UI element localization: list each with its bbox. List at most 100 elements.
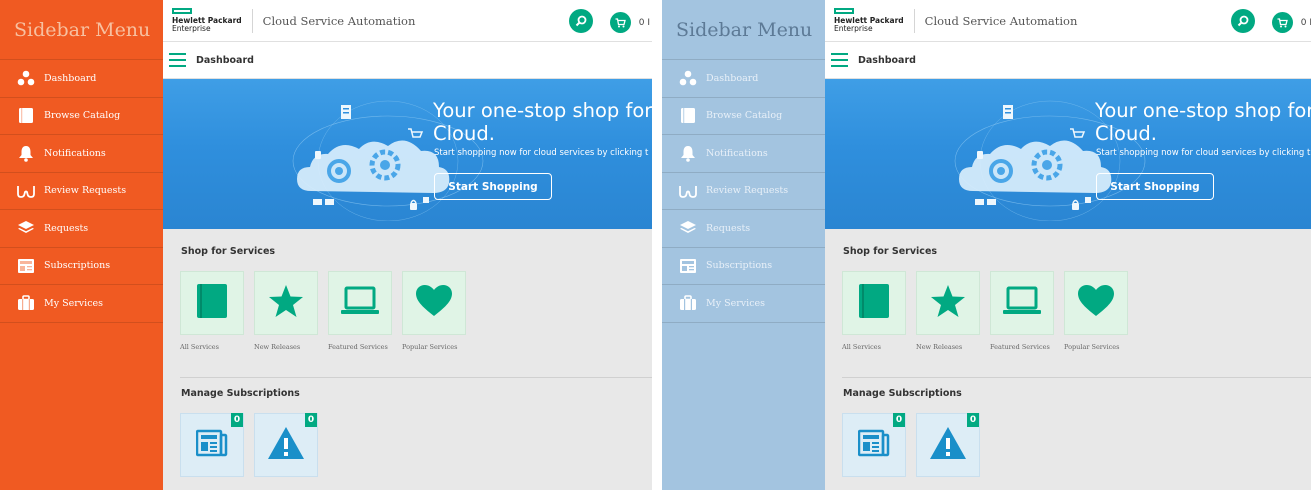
top-header: Hewlett Packard Enterprise Cloud Service… [163, 0, 652, 42]
app-title: Cloud Service Automation [262, 13, 416, 28]
tile-box [990, 271, 1054, 335]
sidebar-item-browse-catalog[interactable]: Browse Catalog [0, 98, 163, 135]
main-content: Hewlett Packard Enterprise Cloud Service… [163, 0, 652, 490]
book-icon [16, 106, 36, 126]
tile-label: Popular Services [1064, 343, 1120, 351]
heart-icon [415, 284, 453, 322]
sidebar-item-label: Review Requests [44, 185, 127, 197]
banner-subtitle: Start shopping now for cloud services by… [434, 148, 649, 158]
brand-line2: Enterprise [834, 24, 873, 33]
cart-button[interactable] [1272, 12, 1293, 33]
tile-subscriptions-warning[interactable]: 0 [916, 413, 980, 477]
tile-new-releases[interactable]: New Releases [916, 271, 980, 351]
app-title: Cloud Service Automation [924, 13, 1078, 28]
cart-count: 0 I [1300, 18, 1311, 28]
cart-icon [615, 13, 626, 32]
cart-icon [1277, 13, 1288, 32]
sidebar-item-dashboard[interactable]: Dashboard [662, 60, 825, 98]
brand-line2: Enterprise [172, 24, 211, 33]
banner-title: Your one-stop shop for a Cloud. [1095, 99, 1311, 145]
tile-box: 0 [916, 413, 980, 477]
hpe-logo[interactable]: Hewlett Packard Enterprise [172, 8, 242, 33]
tile-popular-services[interactable]: Popular Services [1064, 271, 1128, 351]
section-divider [180, 377, 652, 378]
sidebar-item-subscriptions[interactable]: Subscriptions [0, 248, 163, 285]
tile-box [254, 271, 318, 335]
warning-icon [266, 425, 306, 465]
sidebar-item-label: Dashboard [44, 72, 97, 84]
header-divider [251, 8, 253, 33]
newspaper-icon [195, 428, 228, 462]
star-icon [268, 284, 304, 322]
tile-all-services[interactable]: All Services [180, 271, 244, 351]
subscription-count-badge: 0 [893, 413, 905, 427]
sidebar-item-review-requests[interactable]: Review Requests [662, 173, 825, 210]
tile-box [180, 271, 244, 335]
laptop-icon [340, 286, 380, 320]
book-icon [857, 282, 891, 324]
breadcrumb: Dashboard [196, 54, 254, 66]
tile-label: New Releases [254, 343, 301, 351]
sidebar-item-notifications[interactable]: Notifications [0, 135, 163, 173]
tile-label: Featured Services [990, 343, 1050, 351]
search-button[interactable] [569, 9, 593, 33]
book-icon [678, 106, 698, 126]
sidebar-item-requests[interactable]: Requests [0, 210, 163, 248]
search-button[interactable] [1231, 9, 1255, 33]
bell-icon [678, 143, 698, 163]
tile-box: 0 [842, 413, 906, 477]
sidebar-item-subscriptions[interactable]: Subscriptions [662, 248, 825, 285]
tile-featured-services[interactable]: Featured Services [328, 271, 392, 351]
tile-all-subscriptions[interactable]: 0 [180, 413, 244, 477]
subscription-tiles: 0 0 [842, 413, 990, 477]
tile-label: All Services [180, 343, 219, 351]
bell-icon [16, 143, 36, 163]
screen-panel-orange: Sidebar Menu Dashboard Browse Catalog No… [0, 0, 652, 490]
sidebar-item-dashboard[interactable]: Dashboard [0, 60, 163, 98]
tile-box [402, 271, 466, 335]
sidebar-item-browse-catalog[interactable]: Browse Catalog [662, 98, 825, 135]
tile-popular-services[interactable]: Popular Services [402, 271, 466, 351]
hero-banner: Your one-stop shop for a Cloud. Start sh… [825, 79, 1311, 229]
start-shopping-button[interactable]: Start Shopping [434, 173, 552, 200]
layers-icon [678, 218, 698, 238]
sidebar-item-my-services[interactable]: My Services [662, 285, 825, 323]
tile-new-releases[interactable]: New Releases [254, 271, 318, 351]
banner-title-line2: Cloud. [433, 122, 495, 145]
start-shopping-button[interactable]: Start Shopping [1096, 173, 1214, 200]
sidebar-item-notifications[interactable]: Notifications [662, 135, 825, 173]
sidebar-item-label: Notifications [44, 147, 106, 159]
cart-button[interactable] [610, 12, 631, 33]
sidebar-item-label: Notifications [706, 147, 768, 159]
sidebar-menu: Sidebar Menu Dashboard Browse Catalog No… [662, 0, 825, 490]
dashboard-dots-icon [678, 68, 698, 88]
shop-for-services-heading: Shop for Services [181, 246, 276, 257]
subscription-count-badge: 0 [967, 413, 979, 427]
tile-box [916, 271, 980, 335]
tile-all-services[interactable]: All Services [842, 271, 906, 351]
banner-subtitle: Start shopping now for cloud services by… [1096, 148, 1311, 158]
tile-label: Popular Services [402, 343, 458, 351]
sidebar-item-review-requests[interactable]: Review Requests [0, 173, 163, 210]
sidebar-item-label: Subscriptions [44, 260, 111, 272]
sidebar-item-requests[interactable]: Requests [662, 210, 825, 248]
tile-subscriptions-warning[interactable]: 0 [254, 413, 318, 477]
sidebar-item-my-services[interactable]: My Services [0, 285, 163, 323]
manage-subscriptions-heading: Manage Subscriptions [843, 388, 962, 399]
breadcrumb-bar: Dashboard [825, 42, 1311, 79]
newspaper-icon [857, 428, 890, 462]
subscription-tiles: 0 0 [180, 413, 328, 477]
briefcase-icon [16, 293, 36, 313]
glasses-icon [678, 181, 698, 201]
hpe-logo[interactable]: Hewlett Packard Enterprise [834, 8, 904, 33]
laptop-icon [1002, 286, 1042, 320]
tile-all-subscriptions[interactable]: 0 [842, 413, 906, 477]
hamburger-menu-icon[interactable] [831, 53, 848, 67]
book-icon [195, 282, 229, 324]
sidebar-item-label: Requests [44, 222, 89, 234]
tile-box: 0 [254, 413, 318, 477]
tile-featured-services[interactable]: Featured Services [990, 271, 1054, 351]
hamburger-menu-icon[interactable] [169, 53, 186, 67]
screen-panel-blue: Sidebar Menu Dashboard Browse Catalog No… [662, 0, 1311, 490]
sidebar-item-label: Subscriptions [706, 260, 773, 272]
